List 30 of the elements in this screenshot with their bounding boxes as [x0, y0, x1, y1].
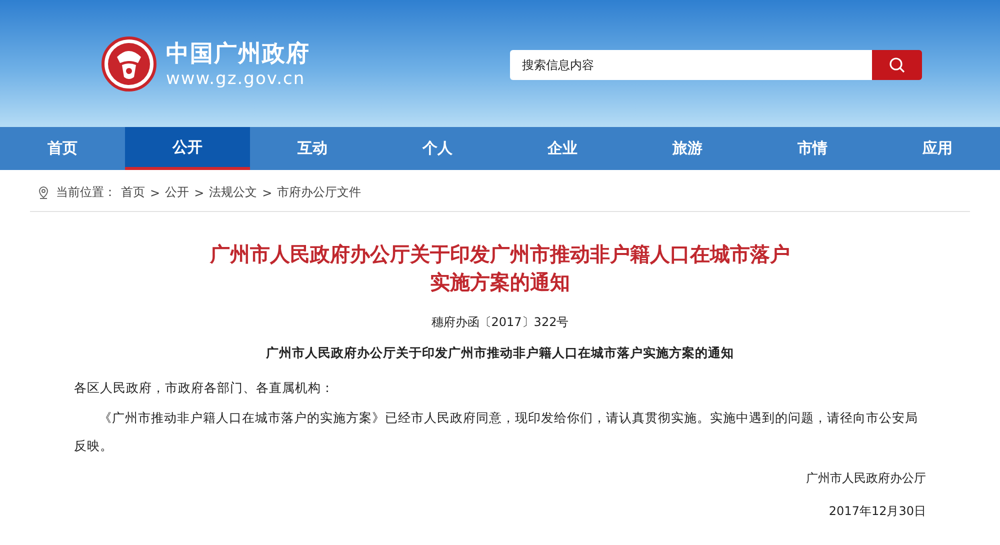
- nav-tab[interactable]: 个人: [375, 127, 500, 170]
- nav-tab[interactable]: 公开: [125, 127, 250, 170]
- breadcrumb-separator: >: [194, 186, 204, 200]
- breadcrumb-link[interactable]: 法规公文: [209, 184, 258, 201]
- breadcrumb-separator: >: [262, 186, 272, 200]
- breadcrumb-link[interactable]: 首页: [121, 184, 145, 201]
- body-paragraph: 《广州市推动非户籍人口在城市落户的实施方案》已经市人民政府同意，现印发给你们，请认真贯彻实施。实施中遇到的问题，请径向市公安局反映。: [74, 409, 919, 455]
- nav-tab[interactable]: 应用: [875, 127, 1000, 170]
- date: 2017年12月30日: [828, 503, 926, 520]
- nav-tab[interactable]: 市情: [750, 127, 875, 170]
- site-name: 中国广州政府: [166, 40, 310, 69]
- search-button[interactable]: [872, 50, 922, 80]
- salutation: 各区人民政府，市政府各部门、各直属机构：: [74, 379, 335, 397]
- breadcrumb-link[interactable]: 市府办公厅文件: [277, 184, 362, 201]
- breadcrumb-label: 当前位置：: [56, 184, 116, 201]
- location-icon: [38, 186, 49, 199]
- nav-tab[interactable]: 互动: [250, 127, 375, 170]
- nav-tab[interactable]: 企业: [500, 127, 625, 170]
- breadcrumb-link[interactable]: 公开: [165, 184, 190, 201]
- breadcrumb-separator: >: [150, 186, 160, 200]
- emblem-icon: [100, 34, 158, 92]
- document-number: 穗府办函〔2017〕322号: [430, 314, 570, 331]
- article-title: 广州市人民政府办公厅关于印发广州市推动非户籍人口在城市落户实施方案的通知: [209, 241, 791, 296]
- search-field[interactable]: 搜索信息内容: [510, 50, 872, 80]
- document-subtitle: 广州市人民政府办公厅关于印发广州市推动非户籍人口在城市落户实施方案的通知: [265, 345, 735, 362]
- nav-tab[interactable]: 首页: [0, 127, 125, 170]
- signature: 广州市人民政府办公厅: [805, 470, 926, 487]
- search-icon: [888, 56, 906, 74]
- site-url: www.gz.gov.cn: [166, 69, 306, 89]
- nav-tab[interactable]: 旅游: [625, 127, 750, 170]
